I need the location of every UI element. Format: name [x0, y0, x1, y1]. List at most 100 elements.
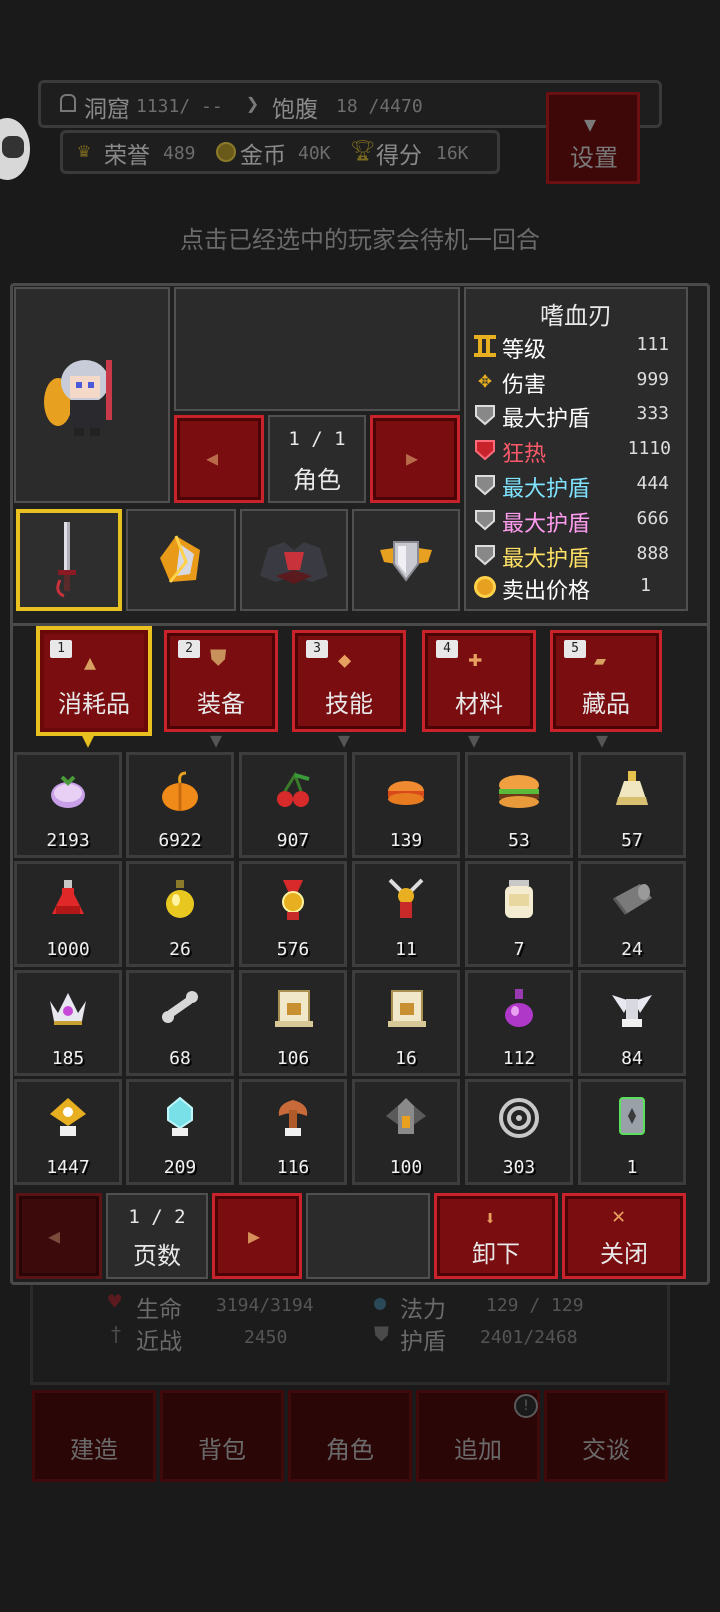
hp-label: 生命 [136, 1297, 182, 1323]
gold-label: 金币 [240, 143, 286, 169]
stat-label: 狂热 [502, 442, 547, 467]
item-count: 907 [276, 830, 310, 851]
nav-label: 建造 [70, 1436, 118, 1464]
crown-icon [50, 993, 86, 1025]
prev-arrow-icon: ◀ [206, 446, 219, 470]
winged-shield-icon [380, 541, 432, 582]
cave-value: 1131/ -- [136, 96, 223, 117]
inventory-slot[interactable]: 6922 [126, 752, 234, 858]
turnip-icon [51, 775, 85, 808]
item-count: 24 [621, 939, 643, 960]
damage-icon: ✥ [478, 368, 492, 393]
empty-action-slot [306, 1193, 430, 1279]
stat-value: 111 [636, 334, 669, 355]
satiety-label: 饱腹 [272, 97, 318, 123]
inventory-slot[interactable]: 84 [578, 970, 686, 1076]
item-count: 7 [513, 939, 525, 960]
prev-arrow-icon: ◀ [48, 1224, 61, 1248]
inventory-slot[interactable]: 1000 [14, 861, 122, 967]
stat-row-shield: 最大护盾 333 [472, 399, 687, 432]
stat-row-shield-cyan: 最大护盾 444 [472, 469, 687, 502]
stat-row-shield-pink: 最大护盾 666 [472, 504, 687, 537]
yellow-potion-icon [166, 880, 194, 918]
score-label: 得分 [376, 143, 422, 169]
nav-character[interactable]: 角色 [288, 1390, 412, 1482]
inventory-slot[interactable]: 1 [578, 1079, 686, 1185]
jar-icon [505, 880, 533, 918]
tab-label: 技能 [325, 690, 373, 718]
inventory-slot[interactable]: 303 [465, 1079, 573, 1185]
character-preview-slot [174, 287, 460, 411]
diamond-tab-icon: ◆ [338, 648, 352, 673]
stat-value: 333 [636, 403, 669, 424]
stat-label: 最大护盾 [502, 477, 591, 502]
inventory-slot[interactable]: 68 [126, 970, 234, 1076]
shield-icon [474, 509, 496, 531]
cave-label: 洞窟 [84, 97, 130, 123]
shield-icon: ⛊ [374, 1322, 389, 1346]
shield-icon [474, 474, 496, 496]
inventory-slot[interactable]: 106 [239, 970, 347, 1076]
shield-icon [474, 404, 496, 426]
nav-backpack[interactable]: 背包 [160, 1390, 284, 1482]
item-count: 116 [276, 1157, 310, 1178]
inventory-slot[interactable]: 11 [352, 861, 460, 967]
stat-row-level: 等级 111 [472, 330, 687, 363]
heart-icon: ♥ [108, 1290, 122, 1315]
inventory-slot[interactable]: 16 [352, 970, 460, 1076]
inventory-slot[interactable]: 7 [465, 861, 573, 967]
nav-build[interactable]: 建造 [32, 1390, 156, 1482]
tab-indicator: ▼ [338, 728, 351, 752]
inventory-slot[interactable]: 576 [239, 861, 347, 967]
item-count: 16 [395, 1048, 417, 1069]
tab-indicator: ▼ [210, 728, 223, 752]
inventory-slot[interactable]: 209 [126, 1079, 234, 1185]
inventory-slot[interactable]: 112 [465, 970, 573, 1076]
item-count: 209 [163, 1157, 197, 1178]
tab-indicator: ▼ [596, 728, 609, 752]
bone-icon [162, 991, 198, 1023]
inventory-slot[interactable]: 1447 [14, 1079, 122, 1185]
honor-label: 荣誉 [104, 143, 150, 169]
item-count: 11 [395, 939, 417, 960]
item-count: 106 [276, 1048, 310, 1069]
character-prev-button[interactable] [174, 415, 264, 503]
target-icon [499, 1098, 539, 1138]
inventory-slot[interactable]: 100 [352, 1079, 460, 1185]
nav-label: 追加 [454, 1436, 502, 1464]
satiety-value: 18 /4470 [336, 96, 423, 117]
flask-tab-icon: ▲ [84, 650, 97, 674]
inventory-slot[interactable]: 139 [352, 752, 460, 858]
shield-value: 2401/2468 [480, 1327, 578, 1348]
item-count: 139 [389, 830, 423, 851]
item-count: 1 [626, 1157, 638, 1178]
next-arrow-icon: ▶ [406, 446, 419, 470]
scroll-icon [275, 990, 313, 1027]
inventory-slot[interactable]: 24 [578, 861, 686, 967]
hp-value: 3194/3194 [216, 1295, 314, 1316]
honor-value: 489 [163, 143, 196, 164]
alert-badge-icon: ! [514, 1394, 538, 1418]
winged-statue-icon [612, 995, 652, 1027]
mana-icon: ● [374, 1290, 387, 1314]
tab-label: 材料 [455, 690, 503, 718]
hunger-icon: ❯ [246, 92, 260, 117]
frenzy-icon [474, 439, 496, 461]
crown-small-icon: ♛ [78, 138, 91, 162]
stat-row-damage: ✥ 伤害 999 [472, 365, 687, 398]
nav-label: 角色 [326, 1436, 374, 1464]
inventory-slot[interactable]: 116 [239, 1079, 347, 1185]
inventory-slot[interactable]: 185 [14, 970, 122, 1076]
item-count: 2193 [46, 830, 90, 851]
inventory-slot[interactable]: 53 [465, 752, 573, 858]
tab-number: 3 [306, 640, 328, 658]
blood-blade-icon [56, 522, 76, 598]
inventory-slot[interactable]: 907 [239, 752, 347, 858]
inventory-slot[interactable]: 26 [126, 861, 234, 967]
inventory-slot[interactable]: 2193 [14, 752, 122, 858]
dark-armor-icon [260, 542, 328, 584]
stat-row-frenzy: 狂热 1110 [472, 434, 687, 467]
gold-statue-icon [50, 1098, 86, 1136]
inventory-slot[interactable]: 57 [578, 752, 686, 858]
nav-talk[interactable]: 交谈 [544, 1390, 668, 1482]
